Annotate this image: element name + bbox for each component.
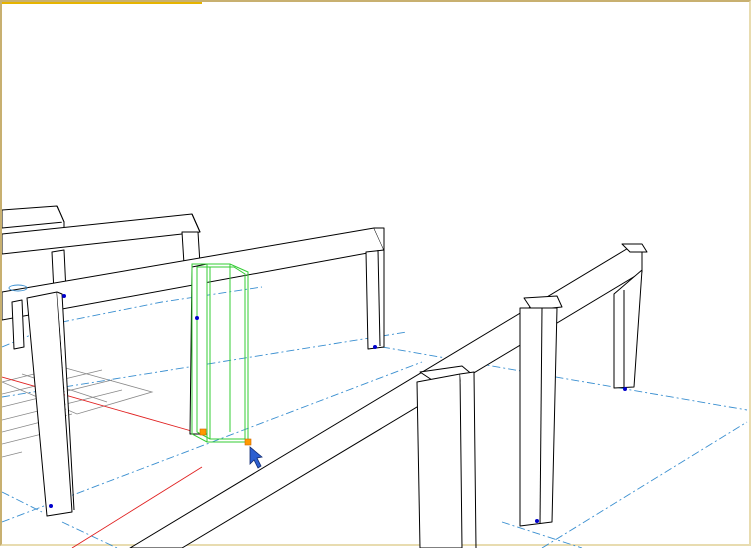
3d-viewport[interactable] — [0, 0, 751, 548]
snap-point-markers — [199, 428, 252, 446]
floor-tile-grid — [2, 366, 154, 458]
scene-canvas[interactable] — [2, 2, 751, 548]
arrow-cursor-icon — [249, 446, 263, 469]
